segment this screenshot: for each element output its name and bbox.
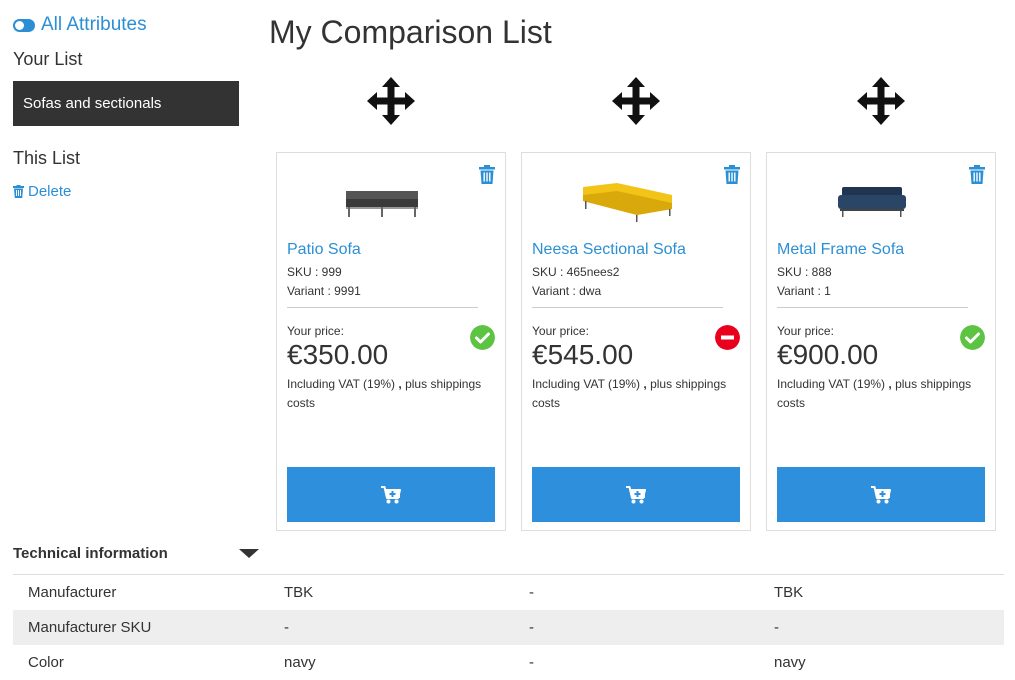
attribute-value: - [284, 619, 289, 636]
trash-icon [13, 185, 24, 198]
divider [532, 307, 723, 308]
page-title: My Comparison List [269, 14, 552, 50]
all-attributes-toggle[interactable]: All Attributes [13, 14, 147, 36]
vat-text: Including VAT (19%) [287, 377, 396, 391]
product-name-link[interactable]: Patio Sofa [287, 241, 361, 259]
in-stock-check-icon [470, 325, 495, 350]
move-icon[interactable] [611, 76, 661, 126]
product-card: Metal Frame Sofa SKU : 888 Variant : 1 Y… [766, 152, 996, 531]
product-variant: Variant : dwa [532, 284, 602, 298]
product-name-link[interactable]: Metal Frame Sofa [777, 241, 904, 259]
attribute-value: - [529, 584, 534, 601]
table-row: Color navy - navy [13, 645, 1004, 680]
attribute-value: - [774, 619, 779, 636]
add-to-cart-button[interactable] [777, 467, 985, 522]
product-card: Patio Sofa SKU : 999 Variant : 9991 Your… [276, 152, 506, 531]
attribute-label: Manufacturer SKU [28, 619, 152, 636]
product-price: €900.00 [777, 339, 879, 370]
move-icon[interactable] [856, 76, 906, 126]
your-list-heading: Your List [13, 49, 83, 69]
vat-note: Including VAT (19%) , plus shippings cos… [777, 377, 972, 410]
table-row: Manufacturer SKU - - - [13, 610, 1004, 645]
out-of-stock-icon [715, 325, 740, 350]
attribute-value: - [529, 619, 534, 636]
product-card: Neesa Sectional Sofa SKU : 465nees2 Vari… [521, 152, 751, 531]
divider [287, 307, 478, 308]
attribute-label: Manufacturer [28, 584, 117, 601]
trash-icon[interactable] [479, 165, 495, 184]
in-stock-check-icon [960, 325, 985, 350]
move-icon[interactable] [366, 76, 416, 126]
vat-text: Including VAT (19%) [532, 377, 641, 391]
delete-label: Delete [28, 183, 72, 200]
vat-note: Including VAT (19%) , plus shippings cos… [532, 377, 727, 410]
product-variant: Variant : 9991 [287, 284, 361, 298]
attribute-value: TBK [284, 584, 314, 601]
product-price: €545.00 [532, 339, 634, 370]
cart-plus-icon [381, 485, 401, 503]
cart-plus-icon [871, 485, 891, 503]
toggle-on-icon [13, 18, 35, 32]
product-sku: SKU : 465nees2 [532, 265, 620, 279]
product-image[interactable] [332, 165, 432, 227]
add-to-cart-button[interactable] [287, 467, 495, 522]
attributes-table: Manufacturer TBK - TBK Manufacturer SKU … [13, 574, 1004, 680]
all-attributes-label: All Attributes [41, 14, 147, 35]
attribute-value: navy [774, 654, 806, 671]
attribute-value: TBK [774, 584, 804, 601]
product-sku: SKU : 999 [287, 265, 342, 279]
price-label: Your price: [777, 324, 834, 338]
this-list-heading: This List [13, 148, 81, 168]
price-label: Your price: [287, 324, 344, 338]
technical-information-toggle[interactable]: Technical information [13, 545, 259, 565]
table-row: Manufacturer TBK - TBK [13, 575, 1004, 610]
cart-plus-icon [626, 485, 646, 503]
product-sku: SKU : 888 [777, 265, 832, 279]
attribute-value: navy [284, 654, 316, 671]
product-price: €350.00 [287, 339, 389, 370]
attribute-value: - [529, 654, 534, 671]
technical-information-heading: Technical information [13, 545, 168, 562]
caret-down-icon [239, 549, 259, 558]
product-image[interactable] [577, 165, 677, 227]
trash-icon[interactable] [724, 165, 740, 184]
add-to-cart-button[interactable] [532, 467, 740, 522]
product-name-link[interactable]: Neesa Sectional Sofa [532, 241, 686, 259]
product-variant: Variant : 1 [777, 284, 831, 298]
divider [777, 307, 968, 308]
product-image[interactable] [822, 165, 922, 227]
delete-list-link[interactable]: Delete [13, 183, 71, 200]
vat-text: Including VAT (19%) [777, 377, 886, 391]
vat-note: Including VAT (19%) , plus shippings cos… [287, 377, 482, 410]
price-label: Your price: [532, 324, 589, 338]
list-item-sofas[interactable]: Sofas and sectionals [13, 81, 239, 126]
attribute-label: Color [28, 654, 64, 671]
trash-icon[interactable] [969, 165, 985, 184]
